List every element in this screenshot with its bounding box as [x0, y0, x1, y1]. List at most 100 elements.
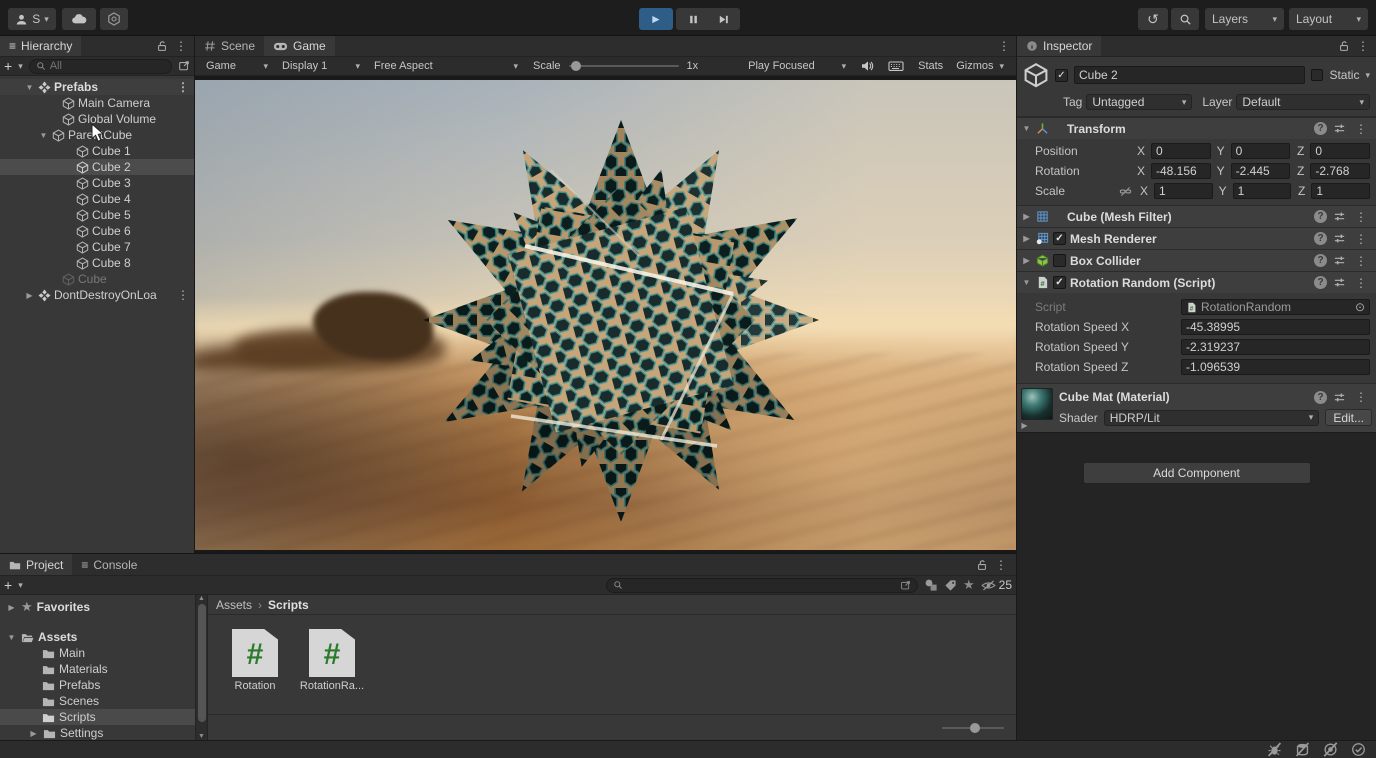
tree-folder-scripts-selected[interactable]: Scripts [0, 709, 195, 725]
component-header-box-collider[interactable]: ▶ Box Collider ? ⋮ [1017, 249, 1376, 271]
kebab-menu-icon[interactable]: ⋮ [1352, 232, 1370, 246]
tab-project[interactable]: Project [0, 554, 72, 575]
gameobject-name-field[interactable]: Cube 2 [1074, 66, 1305, 84]
kebab-menu-icon[interactable]: ⋮ [1352, 122, 1370, 136]
scale-y-field[interactable]: 1 [1233, 183, 1292, 199]
tree-favorites[interactable]: ▶ ★ Favorites [0, 599, 195, 615]
add-component-button[interactable]: Add Component [1083, 462, 1311, 484]
scale-slider-thumb[interactable] [571, 61, 581, 71]
hierarchy-item-cube1[interactable]: Cube 1 [0, 143, 194, 159]
preset-icon[interactable] [1333, 210, 1346, 223]
scrollbar-thumb[interactable] [198, 604, 206, 722]
foldout-closed-icon[interactable]: ▶ [6, 603, 17, 612]
cloud-button[interactable] [62, 8, 96, 30]
foldout-closed-icon[interactable]: ▶ [1021, 256, 1032, 265]
favorites-star-icon[interactable]: ★ [963, 577, 975, 593]
link-scale-icon[interactable] [1119, 185, 1132, 198]
asset-rotation-script[interactable]: # Rotation [222, 629, 288, 692]
hierarchy-item-main-camera[interactable]: Main Camera [0, 95, 194, 111]
help-icon[interactable]: ? [1314, 210, 1327, 223]
active-checkbox[interactable]: ✓ [1055, 69, 1068, 82]
hierarchy-item-cube8[interactable]: Cube 8 [0, 255, 194, 271]
pause-button[interactable] [676, 8, 710, 30]
scale-z-field[interactable]: 1 [1311, 183, 1370, 199]
help-icon[interactable]: ? [1314, 276, 1327, 289]
help-icon[interactable]: ? [1314, 122, 1327, 135]
scale-slider[interactable] [569, 65, 679, 67]
rotation-y-field[interactable]: -2.445 [1231, 163, 1291, 179]
mute-audio-icon[interactable] [860, 59, 874, 73]
gameobject-cube-icon[interactable] [1023, 62, 1049, 88]
tree-folder-main[interactable]: Main [0, 645, 195, 661]
create-asset-button[interactable]: + [4, 577, 12, 593]
preset-icon[interactable] [1333, 276, 1346, 289]
search-by-label-icon[interactable] [944, 579, 957, 592]
tag-dropdown[interactable]: Untagged ▾ [1086, 94, 1192, 110]
global-search-button[interactable] [1171, 8, 1199, 30]
project-tree-scrollbar[interactable]: ▲ ▼ [195, 595, 207, 740]
foldout-closed-icon[interactable]: ▶ [1021, 234, 1032, 243]
script-object-field[interactable]: RotationRandom ⊙ [1181, 299, 1370, 315]
plastic-scm-button[interactable] [100, 8, 128, 30]
network-disconnected-icon[interactable] [1323, 742, 1338, 757]
preset-icon[interactable] [1333, 254, 1346, 267]
hierarchy-search-input[interactable] [50, 60, 165, 72]
foldout-open-icon[interactable]: ▼ [6, 633, 17, 642]
hierarchy-item-cube2-selected[interactable]: Cube 2 [0, 159, 194, 175]
preset-icon[interactable] [1333, 391, 1346, 404]
tab-console[interactable]: ≡ Console [72, 554, 146, 575]
tree-folder-settings[interactable]: ▶ Settings [0, 725, 195, 741]
foldout-closed-icon[interactable]: ▶ [1021, 212, 1032, 221]
component-enabled-checkbox[interactable] [1053, 254, 1066, 267]
rotation-speed-z-field[interactable]: -1.096539 [1181, 359, 1370, 375]
tree-folder-prefabs[interactable]: Prefabs [0, 677, 195, 693]
foldout-open-icon[interactable]: ▼ [1021, 124, 1032, 133]
material-header[interactable]: Cube Mat (Material) ? ⋮ Shader HDRP/Lit … [1017, 383, 1376, 432]
component-enabled-checkbox[interactable]: ✓ [1053, 232, 1066, 245]
preset-icon[interactable] [1333, 122, 1346, 135]
create-add-button[interactable]: + [4, 58, 12, 74]
account-button[interactable]: S ▾ [8, 8, 56, 30]
display-dropdown[interactable]: Display 1 ▾ [275, 57, 367, 75]
kebab-menu-icon[interactable]: ⋮ [1352, 254, 1370, 268]
thumbnail-size-thumb[interactable] [970, 723, 980, 733]
tree-folder-materials[interactable]: Materials [0, 661, 195, 677]
tab-inspector[interactable]: Inspector [1017, 36, 1101, 56]
chevron-down-icon[interactable]: ▾ [18, 62, 23, 71]
help-icon[interactable]: ? [1314, 391, 1327, 404]
chevron-down-icon[interactable]: ▾ [1365, 71, 1370, 80]
kebab-menu-icon[interactable]: ⋮ [174, 288, 192, 302]
foldout-open-icon[interactable]: ▼ [24, 83, 35, 92]
component-header-mesh-renderer[interactable]: ▶ ✓ Mesh Renderer ? ⋮ [1017, 227, 1376, 249]
hierarchy-scene-dontdestroyonload[interactable]: ▶ DontDestroyOnLoa ⋮ [0, 287, 194, 303]
status-ok-icon[interactable] [1351, 742, 1366, 757]
lock-icon[interactable] [156, 40, 168, 52]
aspect-dropdown[interactable]: Free Aspect ▾ [367, 57, 525, 75]
material-preview-sphere[interactable] [1021, 388, 1053, 420]
hierarchy-scene-prefabs[interactable]: ▼ Prefabs ⋮ [0, 79, 194, 95]
position-y-field[interactable]: 0 [1231, 143, 1291, 159]
foldout-closed-icon[interactable]: ▶ [28, 729, 39, 738]
hierarchy-item-cube6[interactable]: Cube 6 [0, 223, 194, 239]
tab-hierarchy[interactable]: ≡ Hierarchy [0, 36, 81, 56]
open-window-icon[interactable] [900, 580, 911, 591]
scroll-up-icon[interactable]: ▲ [198, 595, 205, 602]
kebab-menu-icon[interactable]: ⋮ [1352, 390, 1370, 404]
kebab-menu-icon[interactable]: ⋮ [1352, 210, 1370, 224]
static-checkbox[interactable] [1311, 69, 1323, 81]
kebab-menu-icon[interactable]: ⋮ [172, 39, 190, 53]
lock-icon[interactable] [1338, 40, 1350, 52]
asset-rotationrandom-script[interactable]: # RotationRa... [299, 629, 365, 692]
help-icon[interactable]: ? [1314, 254, 1327, 267]
chevron-down-icon[interactable]: ▾ [999, 62, 1004, 71]
hierarchy-search-field[interactable] [29, 59, 172, 74]
breadcrumb-current[interactable]: Scripts [268, 598, 309, 612]
cache-server-disconnected-icon[interactable] [1295, 742, 1310, 757]
step-button[interactable] [706, 8, 740, 30]
foldout-closed-icon[interactable]: ▶ [24, 291, 35, 300]
kebab-menu-icon[interactable]: ⋮ [995, 39, 1016, 53]
edit-shader-button[interactable]: Edit... [1325, 409, 1372, 426]
preset-icon[interactable] [1333, 232, 1346, 245]
foldout-open-icon[interactable]: ▼ [1021, 278, 1032, 287]
position-z-field[interactable]: 0 [1310, 143, 1370, 159]
